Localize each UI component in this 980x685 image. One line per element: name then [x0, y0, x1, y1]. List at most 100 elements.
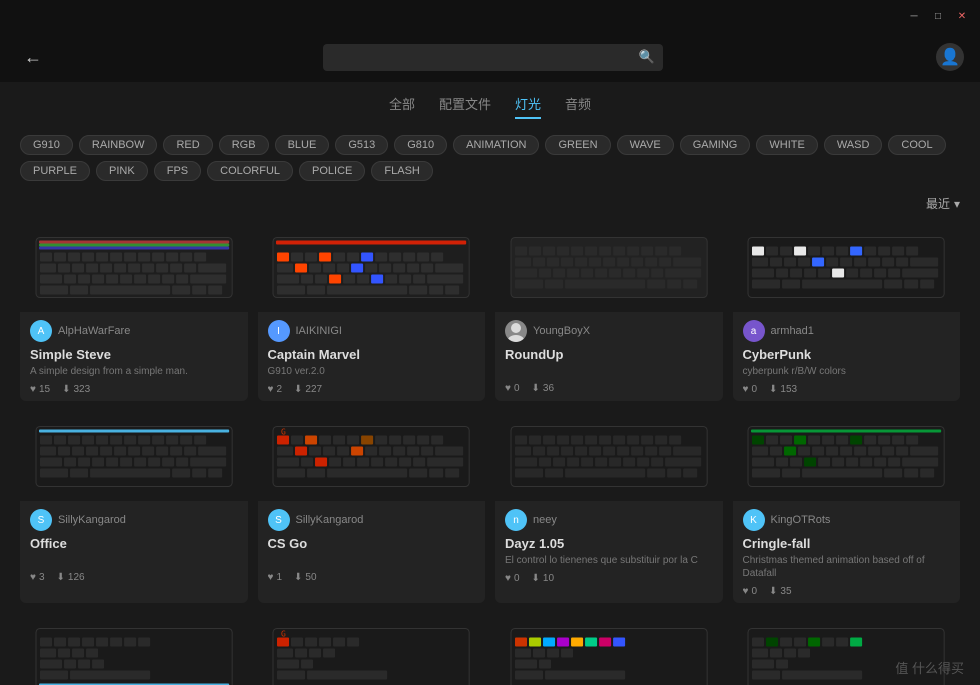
downloads-count: 153	[780, 384, 797, 395]
tag-purple[interactable]: PURPLE	[20, 161, 90, 181]
tag-rainbow[interactable]: RAINBOW	[79, 135, 158, 155]
tag-rgb[interactable]: RGB	[219, 135, 269, 155]
card-desc: Christmas themed animation based off of …	[743, 554, 951, 580]
likes-count: 15	[39, 384, 50, 395]
card-stats: ♥ 0 ⬇ 10	[505, 573, 713, 584]
card-user: S SillyKangarod	[30, 509, 238, 531]
tag-fps[interactable]: FPS	[154, 161, 201, 181]
likes-count: 2	[276, 384, 282, 395]
downloads-stat: ⬇ 35	[769, 586, 792, 597]
card-body: I IAIKINIGI Captain Marvel G910 ver.2.0 …	[258, 312, 486, 401]
download-icon: ⬇	[57, 572, 65, 583]
avatar	[505, 320, 527, 342]
card-stats: ♥ 1 ⬇ 50	[268, 572, 476, 583]
card-stats: ♥ 2 ⬇ 227	[268, 384, 476, 395]
card-image: G	[258, 613, 486, 685]
tag-wave[interactable]: WAVE	[617, 135, 674, 155]
bottom-card-3[interactable]	[495, 613, 723, 685]
avatar: n	[505, 509, 527, 531]
tag-g513[interactable]: G513	[335, 135, 388, 155]
maximize-button[interactable]: □	[928, 6, 948, 26]
tag-g810[interactable]: G810	[394, 135, 447, 155]
downloads-stat: ⬇ 10	[532, 573, 555, 584]
username: KingOTRots	[771, 514, 831, 526]
card-body: S SillyKangarod Office ♥ 3 ⬇ 126	[20, 501, 248, 589]
bottom-card-1[interactable]	[20, 613, 248, 685]
sort-label: 最近	[926, 195, 950, 212]
likes-count: 0	[514, 573, 520, 584]
tag-wasd[interactable]: WASD	[824, 135, 883, 155]
tag-gaming[interactable]: GAMING	[680, 135, 751, 155]
tab-bar: 全部 配置文件 灯光 音频	[20, 94, 960, 119]
download-icon: ⬇	[294, 572, 302, 583]
download-icon: ⬇	[62, 384, 70, 395]
tab-audio[interactable]: 音频	[565, 94, 591, 119]
card-dayz[interactable]: n neey Dayz 1.05 El control lo tienenes …	[495, 411, 723, 603]
tag-red[interactable]: RED	[163, 135, 212, 155]
download-icon: ⬇	[769, 384, 777, 395]
tag-police[interactable]: POLICE	[299, 161, 365, 181]
back-button[interactable]: ←	[16, 43, 50, 72]
card-roundup[interactable]: YoungBoyX RoundUp ♥ 0 ⬇ 36	[495, 222, 723, 401]
card-user: YoungBoyX	[505, 320, 713, 342]
downloads-stat: ⬇ 126	[57, 572, 85, 583]
card-simple-steve[interactable]: A AlpHaWarFare Simple Steve A simple des…	[20, 222, 248, 401]
heart-icon: ♥	[505, 573, 511, 584]
likes-stat: ♥ 3	[30, 572, 45, 583]
tag-flash[interactable]: FLASH	[371, 161, 432, 181]
card-user: K KingOTRots	[743, 509, 951, 531]
card-body: a armhad1 CyberPunk cyberpunk r/B/W colo…	[733, 312, 961, 401]
card-body: YoungBoyX RoundUp ♥ 0 ⬇ 36	[495, 312, 723, 400]
minimize-button[interactable]: ─	[904, 6, 924, 26]
card-image: G	[258, 411, 486, 501]
card-user: a armhad1	[743, 320, 951, 342]
tab-all[interactable]: 全部	[389, 94, 415, 119]
content-area: 全部 配置文件 灯光 音频 G910 RAINBOW RED RGB BLUE …	[0, 82, 980, 685]
tag-green[interactable]: GREEN	[545, 135, 610, 155]
card-title: Cringle-fall	[743, 536, 951, 551]
tag-g910[interactable]: G910	[20, 135, 73, 155]
header: ← 🔍 👤	[0, 32, 980, 82]
downloads-count: 126	[68, 572, 85, 583]
heart-icon: ♥	[30, 572, 36, 583]
search-input[interactable]	[323, 44, 663, 71]
sort-bar: 最近 ▾	[20, 195, 960, 212]
heart-icon: ♥	[268, 384, 274, 395]
tag-white[interactable]: WHITE	[756, 135, 817, 155]
card-stats: ♥ 0 ⬇ 36	[505, 383, 713, 394]
avatar: a	[743, 320, 765, 342]
card-cyberpunk[interactable]: a armhad1 CyberPunk cyberpunk r/B/W colo…	[733, 222, 961, 401]
card-office[interactable]: S SillyKangarod Office ♥ 3 ⬇ 126	[20, 411, 248, 603]
card-image	[20, 613, 248, 685]
downloads-stat: ⬇ 50	[294, 572, 317, 583]
downloads-count: 35	[780, 586, 791, 597]
tag-blue[interactable]: BLUE	[275, 135, 330, 155]
card-stats: ♥ 0 ⬇ 35	[743, 586, 951, 597]
card-captain-marvel[interactable]: I IAIKINIGI Captain Marvel G910 ver.2.0 …	[258, 222, 486, 401]
title-bar: ─ □ ✕	[0, 0, 980, 32]
tab-lighting[interactable]: 灯光	[515, 94, 541, 119]
tag-colorful[interactable]: COLORFUL	[207, 161, 293, 181]
card-image	[495, 222, 723, 312]
card-title: Captain Marvel	[268, 347, 476, 362]
likes-stat: ♥ 1	[268, 572, 283, 583]
tag-cool[interactable]: COOL	[888, 135, 945, 155]
card-image	[258, 222, 486, 312]
heart-icon: ♥	[268, 572, 274, 583]
sort-button[interactable]: 最近 ▾	[926, 195, 960, 212]
search-bar: 🔍	[323, 44, 663, 71]
card-user: n neey	[505, 509, 713, 531]
bottom-card-2[interactable]: G	[258, 613, 486, 685]
svg-text:G: G	[281, 427, 286, 436]
tag-pink[interactable]: PINK	[96, 161, 148, 181]
tab-profile[interactable]: 配置文件	[439, 94, 491, 119]
close-button[interactable]: ✕	[952, 6, 972, 26]
card-desc: cyberpunk r/B/W colors	[743, 365, 951, 378]
card-csgo[interactable]: G	[258, 411, 486, 603]
tag-animation[interactable]: ANIMATION	[453, 135, 539, 155]
card-body: n neey Dayz 1.05 El control lo tienenes …	[495, 501, 723, 590]
card-cringle-fall[interactable]: K KingOTRots Cringle-fall Christmas them…	[733, 411, 961, 603]
download-icon: ⬇	[532, 573, 540, 584]
user-avatar[interactable]: 👤	[936, 43, 964, 71]
card-stats: ♥ 3 ⬇ 126	[30, 572, 238, 583]
